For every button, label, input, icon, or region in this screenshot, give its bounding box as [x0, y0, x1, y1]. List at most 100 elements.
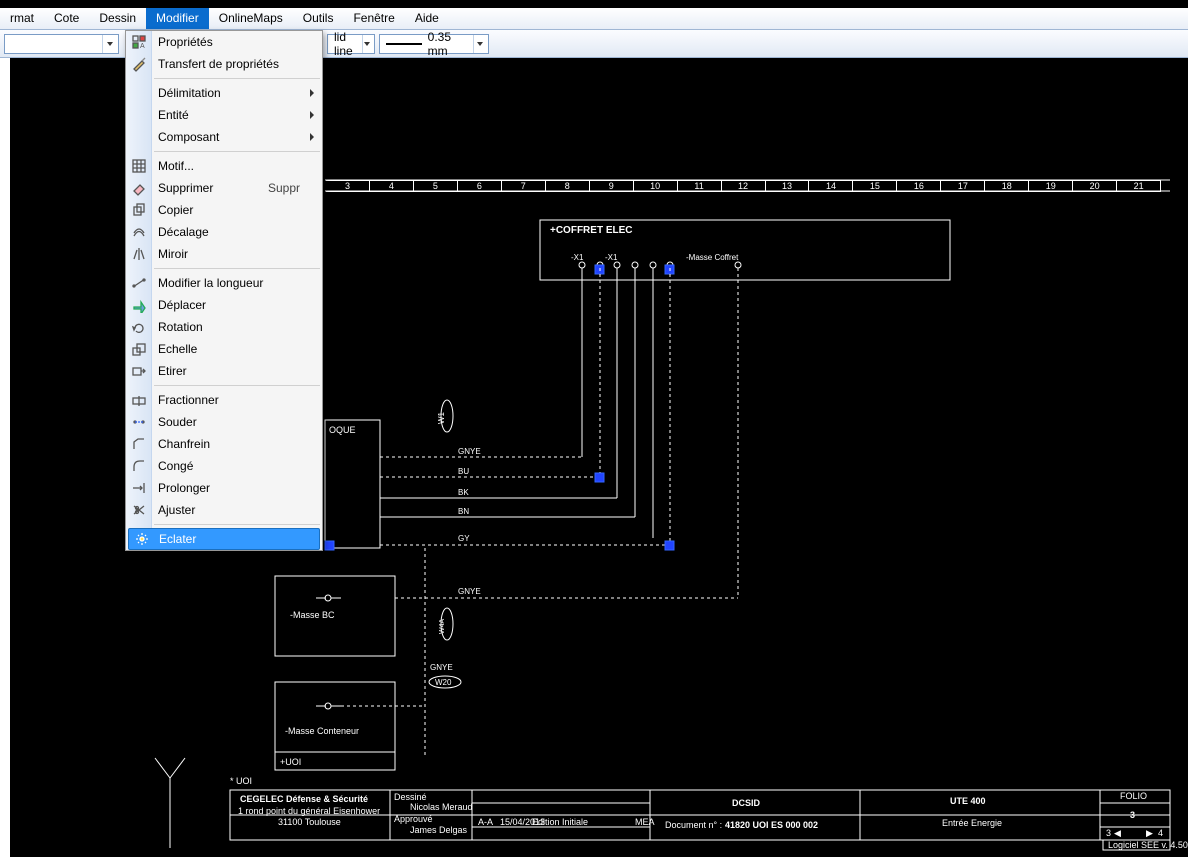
move-icon	[130, 296, 148, 314]
menu-item-label: Rotation	[158, 320, 203, 334]
menu-item-fractionner[interactable]: Fractionner	[126, 389, 322, 411]
menu-item-transfert-de-propri-t-s[interactable]: Transfert de propriétés	[126, 53, 322, 75]
menu-item-miroir[interactable]: Miroir	[126, 243, 322, 265]
menu-item-label: Motif...	[158, 159, 194, 173]
eraser-icon	[130, 179, 148, 197]
menu-item-label: Prolonger	[158, 481, 210, 495]
menu-item-cong-[interactable]: Congé	[126, 455, 322, 477]
menu-format[interactable]: rmat	[0, 8, 44, 29]
menu-item-chanfrein[interactable]: Chanfrein	[126, 433, 322, 455]
menu-item-label: Composant	[158, 130, 219, 144]
menu-onlinemaps[interactable]: OnlineMaps	[209, 8, 293, 29]
menu-fenetre[interactable]: Fenêtre	[343, 8, 404, 29]
menu-item-composant[interactable]: Composant	[126, 126, 322, 148]
line-weight-combo[interactable]: 0.35 mm	[379, 34, 489, 54]
menu-item-etirer[interactable]: Etirer	[126, 360, 322, 382]
menu-item-entit-[interactable]: Entité	[126, 104, 322, 126]
svg-text:31100 Toulouse: 31100 Toulouse	[278, 817, 341, 827]
modifier-menu: PropriétésA Transfert de propriétés Délimi…	[125, 30, 323, 551]
left-ruler	[0, 58, 10, 857]
menu-item-label: Supprimer	[158, 181, 213, 195]
submenu-arrow-icon	[310, 89, 314, 97]
trim-icon	[130, 501, 148, 519]
menu-cote[interactable]: Cote	[44, 8, 89, 29]
menu-item-ajuster[interactable]: Ajuster	[126, 499, 322, 521]
submenu-arrow-icon	[310, 133, 314, 141]
rot-icon	[130, 318, 148, 336]
menu-item-label: Congé	[158, 459, 193, 473]
svg-text:3: 3	[1130, 810, 1135, 820]
menu-item-label: Souder	[158, 415, 197, 429]
menu-aide[interactable]: Aide	[405, 8, 449, 29]
menu-shortcut: Suppr	[268, 181, 300, 195]
ruler-mark: 16	[897, 181, 941, 191]
svg-text:Nicolas Meraud: Nicolas Meraud	[410, 802, 473, 812]
menu-item-label: Modifier la longueur	[158, 276, 263, 290]
svg-text:W1: W1	[437, 411, 446, 424]
menu-item-d-limitation[interactable]: Délimitation	[126, 82, 322, 104]
menu-item-d-calage[interactable]: Décalage	[126, 221, 322, 243]
menu-item-rotation[interactable]: Rotation	[126, 316, 322, 338]
menu-item-motif-[interactable]: Motif...	[126, 155, 322, 177]
menu-item-echelle[interactable]: Echelle	[126, 338, 322, 360]
ruler-mark: 6	[458, 181, 502, 191]
ruler-mark: 20	[1073, 181, 1117, 191]
svg-text:FOLIO: FOLIO	[1120, 791, 1147, 801]
line-weight-label: 0.35 mm	[428, 30, 470, 58]
menu-item-eclater[interactable]: Eclater	[128, 528, 320, 550]
menu-item-label: Transfert de propriétés	[158, 57, 279, 71]
svg-text:A-A: A-A	[478, 817, 493, 827]
svg-text:Dessiné: Dessiné	[394, 792, 427, 802]
menu-item-label: Miroir	[158, 247, 188, 261]
menu-item-d-placer[interactable]: Déplacer	[126, 294, 322, 316]
menu-item-copier[interactable]: Copier	[126, 199, 322, 221]
title-block: CEGELEC Défense & Sécurité 1 rond point …	[230, 790, 1188, 850]
line-style-combo[interactable]: lid line	[327, 34, 375, 54]
menu-dessin[interactable]: Dessin	[89, 8, 146, 29]
menu-item-souder[interactable]: Souder	[126, 411, 322, 433]
menu-item-label: Fractionner	[158, 393, 219, 407]
menu-modifier[interactable]: Modifier	[146, 8, 209, 29]
ruler-mark: 4	[370, 181, 414, 191]
len-icon	[130, 274, 148, 292]
svg-text:-X1: -X1	[571, 253, 584, 262]
menu-item-propri-t-s[interactable]: PropriétésA	[126, 31, 322, 53]
svg-text:Logiciel SEE v. 4.50: Logiciel SEE v. 4.50	[1108, 840, 1188, 850]
menu-outils[interactable]: Outils	[293, 8, 344, 29]
svg-text:GY: GY	[458, 534, 470, 543]
layer-combo[interactable]	[4, 34, 119, 54]
chamfer-icon	[130, 435, 148, 453]
svg-text:MEA: MEA	[635, 817, 655, 827]
ruler-mark: 14	[809, 181, 853, 191]
menu-item-label: Entité	[158, 108, 189, 122]
svg-text:GNYE: GNYE	[458, 447, 481, 456]
menu-item-modifier-la-longueur[interactable]: Modifier la longueur	[126, 272, 322, 294]
svg-text:4: 4	[1158, 828, 1163, 838]
menu-item-prolonger[interactable]: Prolonger	[126, 477, 322, 499]
stretch-icon	[130, 362, 148, 380]
split-icon	[130, 391, 148, 409]
ruler-mark: 21	[1117, 181, 1161, 191]
menu-item-label: Copier	[158, 203, 193, 217]
menu-item-label: Propriétés	[158, 35, 213, 49]
horizontal-ruler: 3456789101112131415161718192021	[326, 180, 1161, 192]
ruler-mark: 5	[414, 181, 458, 191]
svg-text:Approuvé: Approuvé	[394, 814, 433, 824]
scale-icon	[130, 340, 148, 358]
fillet-icon	[130, 457, 148, 475]
svg-text:W20: W20	[435, 678, 452, 687]
menu-item-supprimer[interactable]: Supprimer Suppr	[126, 177, 322, 199]
svg-text:BN: BN	[458, 507, 469, 516]
menu-item-label: Décalage	[158, 225, 209, 239]
offset-icon	[130, 223, 148, 241]
svg-text:GNYE: GNYE	[430, 663, 453, 672]
ruler-mark: 3	[326, 181, 370, 191]
svg-text:3: 3	[1106, 828, 1111, 838]
menu-item-label: Echelle	[158, 342, 197, 356]
menubar: rmat Cote Dessin Modifier OnlineMaps Out…	[0, 8, 1188, 30]
svg-text:-Masse Conteneur: -Masse Conteneur	[285, 726, 359, 736]
ruler-mark: 9	[590, 181, 634, 191]
ruler-mark: 8	[546, 181, 590, 191]
svg-text:1 rond point du général Eisenh: 1 rond point du général Eisenhower	[238, 806, 380, 816]
ruler-mark: 17	[941, 181, 985, 191]
